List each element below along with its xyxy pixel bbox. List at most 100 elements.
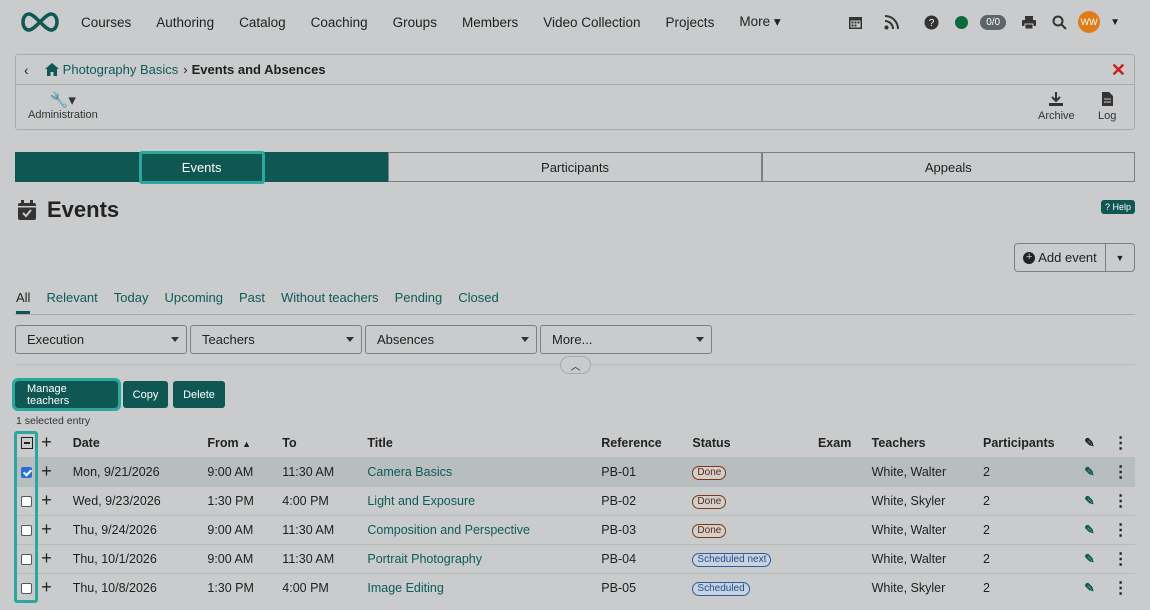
breadcrumb-parent[interactable]: Photography Basics [63,62,179,77]
row-checkbox[interactable] [21,495,33,507]
add-event-dropdown[interactable]: ▼ [1106,253,1134,263]
col-date[interactable]: Date [73,429,208,457]
expand-row-icon[interactable]: + [41,548,52,568]
divider [15,314,1135,315]
nav-authoring[interactable]: Authoring [156,15,214,30]
col-title[interactable]: Title [367,429,601,457]
col-status[interactable]: Status [692,429,818,457]
edit-columns-icon[interactable]: ✎ [1084,436,1094,450]
manage-teachers-button[interactable]: Manage teachers [12,378,121,411]
expand-all-icon[interactable]: + [41,432,52,452]
row-menu-icon[interactable]: ⋮ [1113,464,1129,481]
row-checkbox[interactable] [21,524,33,536]
filter-tab-upcoming[interactable]: Upcoming [164,290,223,314]
copy-button[interactable]: Copy [123,381,168,408]
edit-icon[interactable]: ✎ [1084,465,1094,479]
event-title-link[interactable]: Composition and Perspective [367,523,530,537]
help-icon[interactable]: ? [916,10,946,34]
table-row[interactable]: + Wed, 9/23/2026 1:30 PM 4:00 PM Light and E… [15,485,1135,515]
nav-members[interactable]: Members [462,15,518,30]
counter-badge[interactable]: 0/0 [980,14,1007,30]
table-row[interactable]: + Thu, 10/1/2026 9:00 AM 11:30 AM Portrait P… [15,543,1135,573]
back-icon[interactable]: ‹ [24,62,29,78]
collapse-filters-button[interactable]: ︿ [560,356,591,374]
cell-date: Wed, 9/23/2026 [72,485,208,515]
archive-button[interactable]: Archive [1038,91,1075,122]
execution-dropdown[interactable]: Execution [15,325,187,354]
nav-video-collection[interactable]: Video Collection [543,15,640,30]
row-menu-icon[interactable]: ⋮ [1113,551,1129,568]
nav-coaching[interactable]: Coaching [311,15,368,30]
expand-row-icon[interactable]: + [41,490,52,510]
event-title-link[interactable]: Image Editing [367,581,443,595]
cell-teachers: White, Walter [871,543,984,573]
event-title-link[interactable]: Portrait Photography [367,552,482,566]
filter-tab-today[interactable]: Today [114,290,149,314]
print-icon[interactable] [1014,10,1044,34]
edit-icon[interactable]: ✎ [1084,552,1094,566]
row-menu-icon[interactable]: ⋮ [1113,522,1129,539]
cell-teachers: White, Skyler [871,485,984,515]
row-checkbox[interactable] [21,553,33,565]
nav-catalog[interactable]: Catalog [239,15,286,30]
tab-participants[interactable]: Participants [388,152,762,182]
more-filters-dropdown[interactable]: More... [540,325,712,354]
col-to[interactable]: To [282,429,367,457]
event-title-link[interactable]: Camera Basics [367,465,452,479]
tab-appeals[interactable]: Appeals [761,152,1135,182]
log-button[interactable]: Log [1098,91,1116,122]
close-icon[interactable]: ✕ [1111,60,1126,81]
table-row[interactable]: + Mon, 9/21/2026 9:00 AM 11:30 AM Camera Bas… [15,456,1135,486]
filter-tab-closed[interactable]: Closed [458,290,498,314]
row-checkbox[interactable] [21,466,33,478]
calendar-icon[interactable] [840,10,870,34]
nav-projects[interactable]: Projects [666,15,715,30]
cell-reference: PB-04 [601,543,693,573]
edit-icon[interactable]: ✎ [1084,581,1094,595]
logo-icon[interactable] [17,10,63,34]
more-options-icon[interactable]: ⋮ [1113,435,1129,452]
home-icon[interactable] [44,63,59,76]
cell-reference: PB-02 [601,485,693,515]
status-badge: Done [692,465,727,480]
filter-tab-all[interactable]: All [16,290,31,314]
filter-tab-past[interactable]: Past [239,290,265,314]
select-all-checkbox[interactable] [20,437,33,450]
status-badge: Scheduled [692,581,750,596]
col-reference[interactable]: Reference [601,429,692,457]
row-checkbox[interactable] [21,582,33,594]
table-row[interactable]: + Thu, 10/8/2026 1:30 PM 4:00 PM Image Editi… [15,572,1135,602]
filter-tab-without-teachers[interactable]: Without teachers [281,290,379,314]
col-exam[interactable]: Exam [818,429,872,457]
teachers-dropdown[interactable]: Teachers [190,325,362,354]
administration-button[interactable]: 🔧▾ Administration [28,91,98,121]
event-title-link[interactable]: Light and Exposure [367,494,475,508]
filter-tab-pending[interactable]: Pending [395,290,443,314]
col-from[interactable]: From ▲ [207,429,282,457]
chevron-down-icon[interactable]: ▼ [1110,17,1120,28]
help-button[interactable]: ? Help [1100,200,1135,214]
cell-reference: PB-01 [601,456,693,486]
table-row[interactable]: + Thu, 9/24/2026 9:00 AM 11:30 AM Compositio… [15,514,1135,544]
col-participants[interactable]: Participants [983,429,1084,457]
col-teachers[interactable]: Teachers [872,429,983,457]
delete-button[interactable]: Delete [173,381,225,408]
status-badge: Done [692,523,727,538]
row-menu-icon[interactable]: ⋮ [1113,493,1129,510]
tab-events[interactable]: Events [15,150,389,184]
rss-icon[interactable] [876,10,906,34]
expand-row-icon[interactable]: + [41,461,52,481]
add-event-button[interactable]: + Add event [1015,244,1106,271]
expand-row-icon[interactable]: + [41,577,52,597]
expand-row-icon[interactable]: + [41,519,52,539]
avatar[interactable]: WW [1078,11,1101,33]
edit-icon[interactable]: ✎ [1084,494,1094,508]
nav-groups[interactable]: Groups [393,15,437,30]
edit-icon[interactable]: ✎ [1084,523,1094,537]
nav-courses[interactable]: Courses [81,15,131,30]
nav-more[interactable]: More ▾ [739,14,780,30]
absences-dropdown[interactable]: Absences [365,325,537,354]
row-menu-icon[interactable]: ⋮ [1113,580,1129,597]
filter-tab-relevant[interactable]: Relevant [46,290,97,314]
search-icon[interactable] [1044,10,1074,34]
